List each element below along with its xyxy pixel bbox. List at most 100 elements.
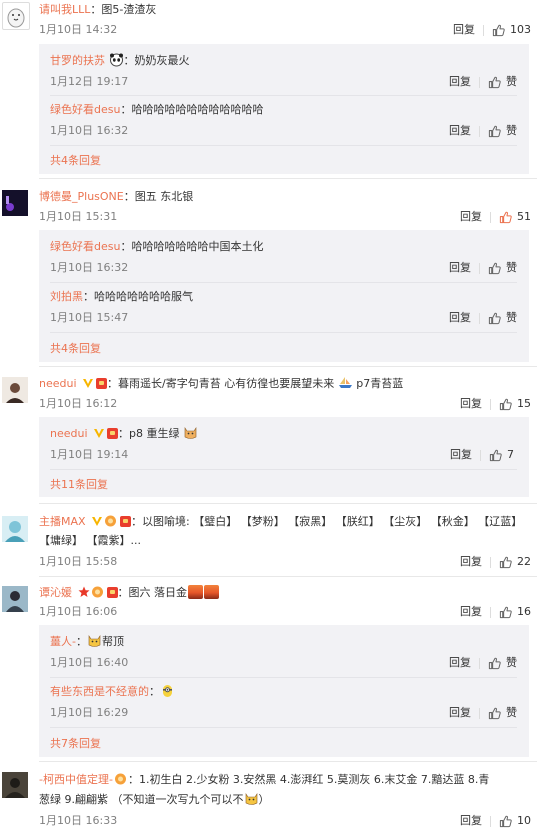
comment-text: 1.初生白 2.少女粉 3.安然黑 4.澎湃红 5.莫测灰 6.末艾金 7.黯达… [138, 773, 490, 786]
username[interactable]: 甘罗的扶苏 [50, 54, 105, 67]
reply-list: 甘罗的扶苏 ：奶奶灰最火 1月12日 19:17 回复 赞 绿色好看desu：哈… [39, 44, 529, 174]
thumbs-up-icon[interactable] [488, 312, 501, 325]
reply-button[interactable]: 回复 [449, 309, 471, 327]
reply-button[interactable]: 回复 [449, 259, 471, 277]
reply-button[interactable]: 回复 [453, 21, 475, 39]
like-count: 51 [517, 210, 531, 223]
reply-button[interactable]: 回复 [460, 812, 482, 830]
comment-text: 暮雨遥长/寄字句青苔 心有彷徨也要展望未来 [118, 377, 335, 390]
reply-item: 刘拍黑：哈哈哈哈哈哈哈服气 1月10日 15:47 回复 赞 [50, 286, 517, 330]
red-envelope-icon [96, 378, 108, 389]
reply-item: 有些东西是不经意的： 1月10日 16:29 回复 赞 [50, 681, 517, 725]
verified-v-icon [83, 379, 94, 388]
like-label[interactable]: 赞 [506, 73, 517, 91]
avatar[interactable] [2, 377, 28, 403]
sunset-emoji-icon [204, 585, 219, 599]
more-replies-link[interactable]: 共11条回复 [50, 476, 108, 493]
username[interactable]: 谭沁媛 [39, 586, 72, 599]
timestamp: 1月10日 16:12 [39, 397, 118, 410]
boat-emoji-icon [338, 377, 352, 388]
reply-text: 哈哈哈哈哈哈哈中国本土化 [131, 240, 264, 253]
avatar[interactable] [2, 772, 28, 798]
thumbs-up-icon[interactable] [488, 707, 501, 720]
timestamp: 1月10日 14:32 [39, 23, 118, 36]
reply-list: 薑人-： 帮顶 1月10日 16:40 回复 赞 有些东西是不经意的： 1月10日… [39, 625, 529, 757]
thumbs-up-icon[interactable] [499, 606, 512, 619]
thumbs-up-icon[interactable] [499, 815, 512, 828]
timestamp: 1月10日 15:31 [39, 210, 118, 223]
reply-button[interactable]: 回复 [460, 395, 482, 413]
timestamp: 1月10日 16:40 [50, 656, 129, 669]
thumbs-up-icon[interactable] [499, 556, 512, 569]
red-envelope-icon [120, 516, 132, 527]
timestamp: 1月10日 19:14 [50, 448, 129, 461]
more-replies-link[interactable]: 共4条回复 [50, 340, 101, 357]
avatar[interactable] [2, 586, 28, 612]
username[interactable]: 薑人- [50, 635, 76, 648]
reply-text: 哈哈哈哈哈哈哈哈哈哈哈哈 [131, 103, 264, 116]
like-label[interactable]: 赞 [506, 309, 517, 327]
thumbs-up-icon-liked[interactable] [499, 211, 512, 224]
username[interactable]: 刘拍黑 [50, 290, 83, 303]
username[interactable]: -柯西中值定理- [39, 773, 113, 786]
timestamp: 1月10日 15:58 [39, 555, 118, 568]
thumbs-up-icon[interactable] [488, 76, 501, 89]
reply-button[interactable]: 回复 [460, 208, 482, 226]
comment-text: 图五 东北银 [134, 190, 194, 203]
timestamp: 1月12日 19:17 [50, 75, 129, 88]
reply-button[interactable]: 回复 [449, 654, 471, 672]
like-label[interactable]: 赞 [506, 654, 517, 672]
username[interactable]: 博德曼_PlusONE [39, 190, 124, 203]
like-count: 15 [517, 397, 531, 410]
reply-button[interactable]: 回复 [449, 122, 471, 140]
thumbs-up-icon[interactable] [488, 125, 501, 138]
like-label[interactable]: 赞 [506, 259, 517, 277]
avatar[interactable] [2, 516, 28, 542]
red-envelope-icon [107, 428, 119, 439]
like-label[interactable]: 赞 [506, 122, 517, 140]
username[interactable]: needui [39, 377, 77, 390]
more-replies-link[interactable]: 共7条回复 [50, 735, 101, 752]
reply-button[interactable]: 回复 [460, 603, 482, 621]
thumbs-up-icon[interactable] [488, 657, 501, 670]
reply-text: 帮顶 [101, 635, 124, 648]
reply-button[interactable]: 回复 [449, 73, 471, 91]
minion-emoji-icon [163, 685, 172, 697]
fan-medal-icon [105, 515, 117, 527]
reply-button[interactable]: 回复 [449, 704, 471, 722]
reply-item: 甘罗的扶苏 ：奶奶灰最火 1月12日 19:17 回复 赞 [50, 49, 517, 93]
timestamp: 1月10日 16:33 [39, 814, 118, 827]
star-icon [78, 586, 89, 597]
comment-text: 图5-渣渣灰 [101, 3, 157, 16]
like-label[interactable]: 赞 [506, 704, 517, 722]
cat-emoji-icon [245, 793, 257, 805]
reply-button[interactable]: 回复 [450, 446, 472, 464]
username[interactable]: 主播MAX [39, 515, 86, 528]
comment-6: -柯西中值定理- ：1.初生白 2.少女粉 3.安然黑 4.澎湃红 5.莫测灰 6… [0, 770, 537, 836]
thumbs-up-icon[interactable] [492, 24, 505, 37]
username[interactable]: 有些东西是不经意的 [50, 685, 149, 698]
reply-text: p8 重生绿 [129, 427, 180, 440]
sunset-emoji-icon [188, 585, 203, 599]
thumbs-up-icon[interactable] [489, 449, 502, 462]
comment-text: 图六 落日金 [128, 586, 188, 599]
fan-medal-icon [91, 586, 103, 598]
reply-item: needui ：p8 重生绿 1月10日 19:14 回复 7 [50, 423, 517, 467]
more-replies-link[interactable]: 共4条回复 [50, 152, 101, 169]
fan-medal-icon [114, 773, 126, 785]
avatar[interactable] [2, 2, 30, 30]
cat-emoji-icon [88, 635, 101, 647]
reply-text: 哈哈哈哈哈哈哈服气 [94, 290, 193, 303]
username[interactable]: 绿色好看desu [50, 103, 120, 116]
thumbs-up-icon[interactable] [499, 398, 512, 411]
avatar[interactable] [2, 190, 28, 216]
like-count: 22 [517, 555, 531, 568]
username[interactable]: 绿色好看desu [50, 240, 120, 253]
reply-button[interactable]: 回复 [460, 553, 482, 571]
reply-text: 奶奶灰最火 [134, 54, 190, 67]
cat-emoji-icon [184, 427, 197, 439]
username[interactable]: needui [50, 427, 88, 440]
username[interactable]: 请叫我LLL [39, 3, 90, 16]
thumbs-up-icon[interactable] [488, 262, 501, 275]
reply-item: 绿色好看desu：哈哈哈哈哈哈哈哈哈哈哈哈 1月10日 16:32 回复 赞 [50, 99, 517, 143]
